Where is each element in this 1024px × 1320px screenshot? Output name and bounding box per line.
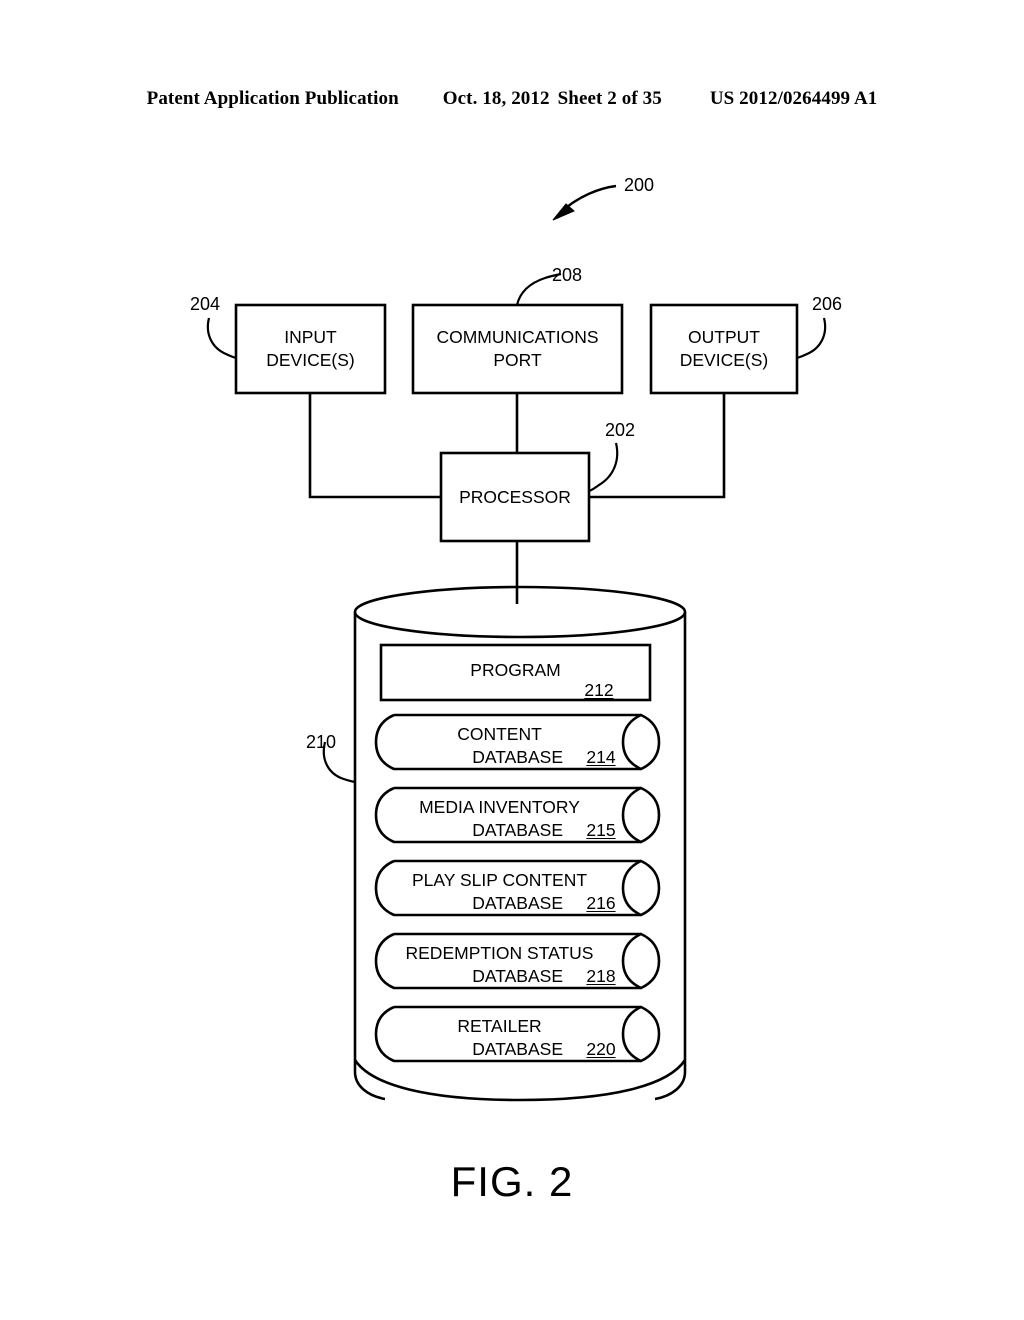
ref-label-218: 218 [586, 966, 616, 986]
db-215-label-line2: DATABASE [472, 820, 563, 840]
connector-input-to-processor [308, 393, 441, 499]
ref-label-220: 220 [586, 1039, 616, 1059]
ref-200-arrowhead [552, 203, 575, 221]
ref-label-202: 202 [605, 420, 636, 440]
figure-2-diagram: 200 INPUT DEVICE(S) COMMUNICATIONS PORT … [0, 0, 1024, 1320]
storage-cylinder-right-wall [654, 612, 687, 1101]
db-218-label-line1: REDEMPTION STATUS [405, 943, 594, 963]
ref-label-216: 216 [586, 893, 616, 913]
ref-label-200: 200 [624, 175, 655, 195]
connector-output-to-processor [589, 393, 726, 499]
figure-caption: FIG. 2 [450, 1158, 574, 1205]
ref-204-leader [206, 317, 237, 360]
ref-label-204: 204 [190, 294, 221, 314]
communications-port-label-line1: COMMUNICATIONS [436, 327, 599, 347]
program-label: PROGRAM [470, 660, 561, 680]
storage-cylinder-top-ellipse [353, 585, 687, 639]
communications-port-label-line2: PORT [493, 350, 542, 370]
db-216-label-line2: DATABASE [472, 893, 563, 913]
db-214-label-line2: DATABASE [472, 747, 563, 767]
input-devices-label-line1: INPUT [284, 327, 337, 347]
output-devices-label-line2: DEVICE(S) [679, 350, 769, 370]
ref-label-212: 212 [584, 680, 614, 700]
db-216-label-line1: PLAY SLIP CONTENT [411, 870, 588, 890]
ref-206-leader [796, 317, 827, 360]
db-218-label-line2: DATABASE [472, 966, 563, 986]
ref-label-210: 210 [306, 732, 337, 752]
db-220-label-line1: RETAILER [457, 1016, 542, 1036]
output-devices-label-line1: OUTPUT [688, 327, 760, 347]
storage-cylinder-bottom-arc [353, 1059, 687, 1102]
input-devices-label-line2: DEVICE(S) [266, 350, 355, 370]
ref-label-208: 208 [552, 265, 583, 285]
processor-label: PROCESSOR [459, 487, 571, 507]
ref-202-leader [588, 442, 619, 493]
ref-label-206: 206 [812, 294, 843, 314]
db-215-label-line1: MEDIA INVENTORY [419, 797, 580, 817]
db-220-label-line2: DATABASE [472, 1039, 563, 1059]
ref-label-215: 215 [586, 820, 616, 840]
ref-label-214: 214 [586, 747, 616, 767]
db-214-label-line1: CONTENT [457, 724, 542, 744]
